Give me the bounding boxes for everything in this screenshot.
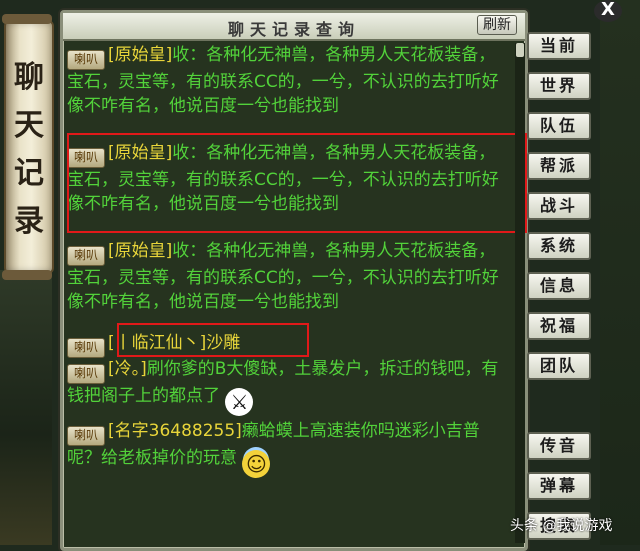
- side-banner-char: 记: [14, 156, 44, 191]
- channel-button-guild[interactable]: 帮派: [527, 152, 591, 180]
- channel-button-battle[interactable]: 战斗: [527, 192, 591, 220]
- window-titlebar: 聊天记录查询 刷新: [63, 13, 525, 41]
- side-banner-char: 录: [14, 204, 44, 239]
- side-banner-char: 聊: [14, 60, 44, 95]
- channel-button-group[interactable]: 团队: [527, 352, 591, 380]
- side-scroll-banner: 聊 天 记 录: [2, 14, 54, 280]
- window-title: 聊天记录查询: [227, 20, 360, 39]
- scrollbar-thumb[interactable]: [516, 43, 524, 57]
- channel-button-current[interactable]: 当前: [527, 32, 591, 60]
- chat-log: 喇叭 [原始皇]收：各种化无神兽，各种男人天花板装备，宝石，灵宝等，有的联系CC的…: [67, 43, 527, 543]
- fight-emoji-icon: ⚔: [225, 388, 254, 416]
- chat-message: 喇叭 [冷。]刷你爹的B大傻缺，土暴发户，拆迁的钱吧，有钱把阁子上的都点了 ⚔: [67, 357, 512, 416]
- left-decoration: [0, 270, 52, 545]
- channel-button-team[interactable]: 队伍: [527, 112, 591, 140]
- right-decoration: [600, 0, 640, 545]
- side-banner-title: 聊 天 记 录: [6, 54, 52, 246]
- sender-name[interactable]: [原始皇]: [108, 241, 172, 261]
- angel-emoji-icon: ☺: [242, 450, 271, 478]
- horn-icon: 喇叭: [67, 426, 105, 446]
- watermark: 头条 @我说游戏: [510, 518, 613, 534]
- sender-name[interactable]: [冷。]: [108, 359, 147, 379]
- highlight-box: [67, 133, 527, 233]
- highlight-box: [117, 323, 309, 357]
- sender-name[interactable]: [原始皇]: [108, 45, 172, 65]
- side-banner-char: 天: [14, 108, 44, 143]
- horn-icon: 喇叭: [67, 338, 105, 358]
- chat-message: 喇叭 [原始皇]收：各种化无神兽，各种男人天花板装备，宝石，灵宝等，有的联系CC的…: [67, 239, 512, 314]
- channel-button-system[interactable]: 系统: [527, 232, 591, 260]
- horn-icon: 喇叭: [67, 364, 105, 384]
- horn-icon: 喇叭: [67, 50, 105, 70]
- channel-button-info[interactable]: 信息: [527, 272, 591, 300]
- channel-button-blessing[interactable]: 祝福: [527, 312, 591, 340]
- chat-message: 喇叭 [原始皇]收：各种化无神兽，各种男人天花板装备，宝石，灵宝等，有的联系CC的…: [67, 43, 512, 118]
- channel-button-whisper[interactable]: 传音: [527, 432, 591, 460]
- scroll-cap-bottom: [2, 270, 52, 280]
- channel-button-danmaku[interactable]: 弹幕: [527, 472, 591, 500]
- chat-message: 喇叭 [名字36488255]癞蛤蟆上高速装你吗迷彩小吉普呢？给老板掉价的玩意 ☺: [67, 419, 512, 478]
- horn-icon: 喇叭: [67, 246, 105, 266]
- refresh-button[interactable]: 刷新: [477, 15, 517, 35]
- chat-record-window: 聊天记录查询 刷新 喇叭 [原始皇]收：各种化无神兽，各种男人天花板装备，宝石，灵…: [60, 10, 528, 551]
- channel-button-world[interactable]: 世界: [527, 72, 591, 100]
- chat-scrollbar[interactable]: [515, 43, 525, 543]
- scroll-cap-top: [2, 14, 52, 24]
- close-button[interactable]: X: [594, 0, 622, 22]
- sender-name[interactable]: [名字36488255]: [108, 421, 242, 441]
